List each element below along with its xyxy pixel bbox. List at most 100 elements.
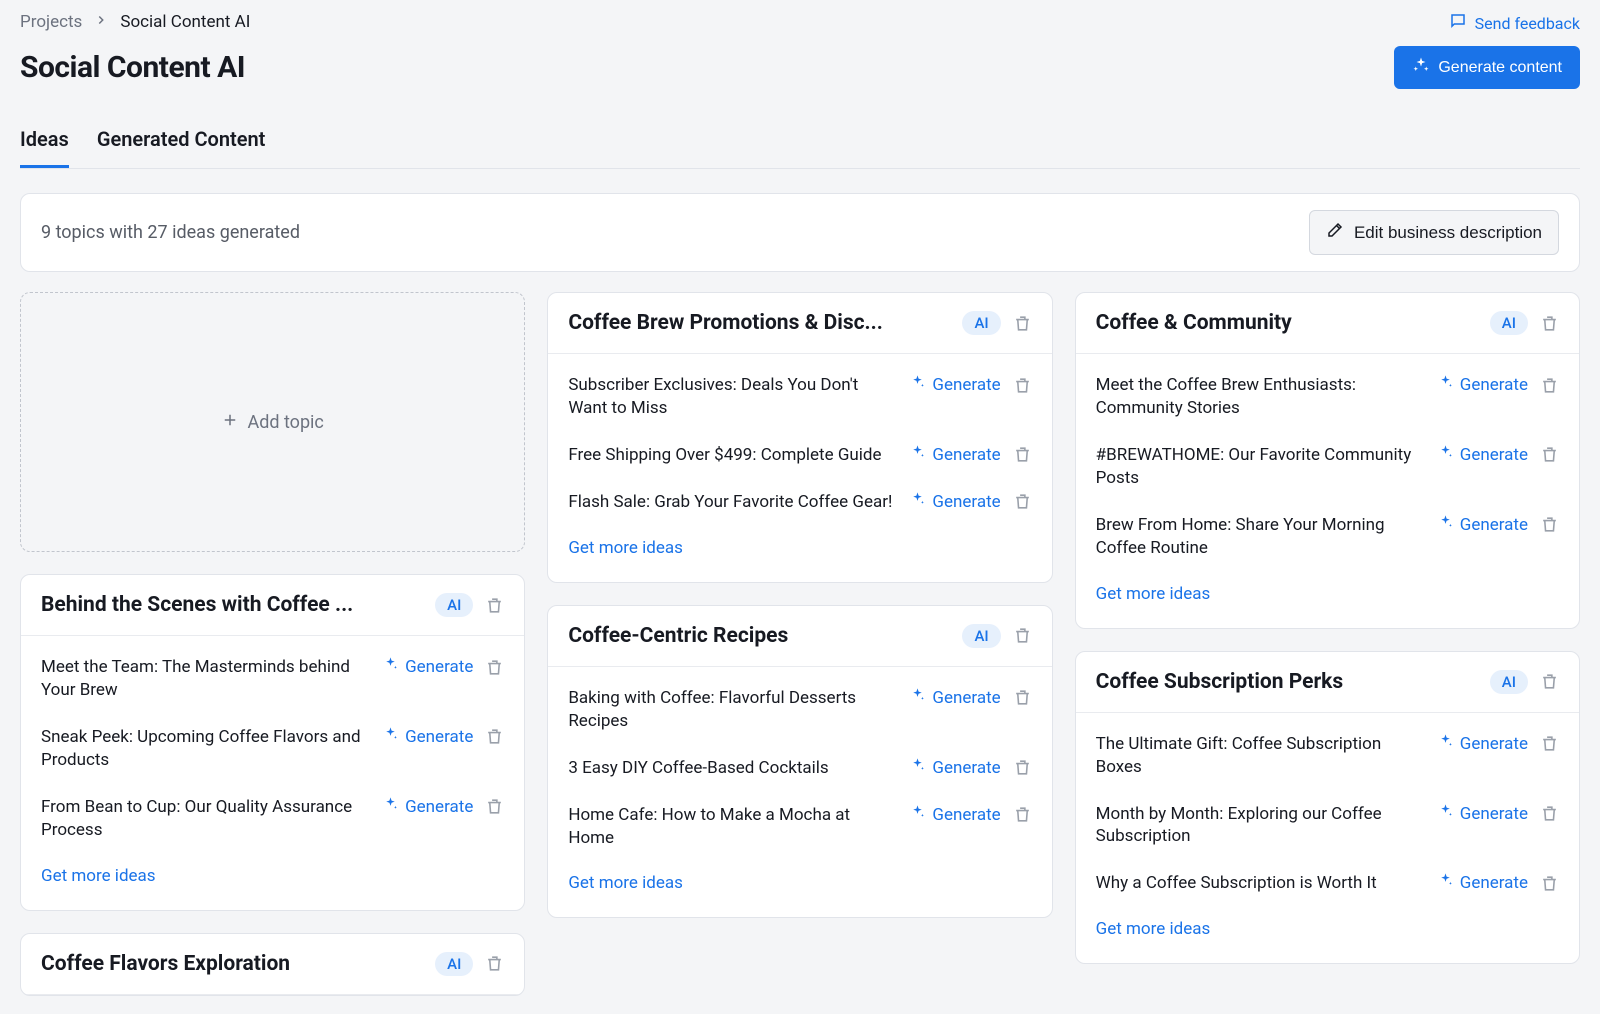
get-more-ideas-link[interactable]: Get more ideas bbox=[1096, 584, 1211, 604]
generate-label: Generate bbox=[405, 657, 473, 677]
generate-idea-button[interactable]: Generate bbox=[909, 491, 1000, 513]
delete-topic-button[interactable] bbox=[1540, 672, 1559, 691]
sparkle-icon bbox=[382, 656, 399, 678]
send-feedback-link[interactable]: Send feedback bbox=[1449, 12, 1580, 34]
delete-idea-button[interactable] bbox=[1013, 445, 1032, 464]
generate-idea-button[interactable]: Generate bbox=[1437, 514, 1528, 536]
idea-row: Month by Month: Exploring our Coffee Sub… bbox=[1096, 791, 1559, 861]
generate-label: Generate bbox=[1460, 873, 1528, 893]
idea-row: Flash Sale: Grab Your Favorite Coffee Ge… bbox=[568, 479, 1031, 526]
topic-title: Coffee Flavors Exploration bbox=[41, 952, 435, 976]
generate-label: Generate bbox=[932, 805, 1000, 825]
delete-idea-button[interactable] bbox=[1540, 376, 1559, 395]
topic-card: Behind the Scenes with Coffee ... AI Mee… bbox=[20, 574, 525, 911]
summary-text: 9 topics with 27 ideas generated bbox=[41, 222, 300, 243]
sparkle-icon bbox=[1437, 872, 1454, 894]
generate-idea-button[interactable]: Generate bbox=[382, 796, 473, 818]
generate-idea-button[interactable]: Generate bbox=[1437, 733, 1528, 755]
idea-row: Meet the Coffee Brew Enthusiasts: Commun… bbox=[1096, 362, 1559, 432]
edit-business-description-label: Edit business description bbox=[1354, 223, 1542, 243]
delete-topic-button[interactable] bbox=[1013, 314, 1032, 333]
edit-business-description-button[interactable]: Edit business description bbox=[1309, 210, 1559, 255]
get-more-ideas-link[interactable]: Get more ideas bbox=[568, 873, 683, 893]
generate-label: Generate bbox=[405, 727, 473, 747]
sparkle-icon bbox=[909, 444, 926, 466]
idea-text: Brew From Home: Share Your Morning Coffe… bbox=[1096, 514, 1423, 560]
ai-badge: AI bbox=[1490, 670, 1528, 694]
idea-row: Brew From Home: Share Your Morning Coffe… bbox=[1096, 502, 1559, 572]
delete-idea-button[interactable] bbox=[1540, 515, 1559, 534]
idea-text: From Bean to Cup: Our Quality Assurance … bbox=[41, 796, 368, 842]
idea-row: The Ultimate Gift: Coffee Subscription B… bbox=[1096, 721, 1559, 791]
generate-idea-button[interactable]: Generate bbox=[1437, 444, 1528, 466]
sparkle-icon bbox=[1437, 733, 1454, 755]
idea-row: Meet the Team: The Masterminds behind Yo… bbox=[41, 644, 504, 714]
delete-idea-button[interactable] bbox=[1013, 805, 1032, 824]
add-topic-button[interactable]: Add topic bbox=[221, 411, 323, 434]
delete-idea-button[interactable] bbox=[1540, 874, 1559, 893]
tabs: Ideas Generated Content bbox=[20, 127, 1580, 169]
tab-generated-content[interactable]: Generated Content bbox=[97, 127, 266, 168]
generate-idea-button[interactable]: Generate bbox=[382, 726, 473, 748]
sparkle-icon bbox=[1437, 444, 1454, 466]
summary-bar: 9 topics with 27 ideas generated Edit bu… bbox=[20, 193, 1580, 272]
generate-content-label: Generate content bbox=[1438, 59, 1562, 77]
topic-title: Coffee & Community bbox=[1096, 311, 1490, 335]
generate-idea-button[interactable]: Generate bbox=[909, 757, 1000, 779]
generate-label: Generate bbox=[1460, 375, 1528, 395]
topic-title: Behind the Scenes with Coffee ... bbox=[41, 593, 435, 617]
get-more-ideas-link[interactable]: Get more ideas bbox=[41, 866, 156, 886]
breadcrumb-root[interactable]: Projects bbox=[20, 12, 82, 32]
generate-idea-button[interactable]: Generate bbox=[1437, 803, 1528, 825]
delete-idea-button[interactable] bbox=[485, 658, 504, 677]
generate-label: Generate bbox=[1460, 804, 1528, 824]
idea-row: 3 Easy DIY Coffee-Based Cocktails Genera… bbox=[568, 745, 1031, 792]
idea-text: Why a Coffee Subscription is Worth It bbox=[1096, 872, 1423, 895]
generate-idea-button[interactable]: Generate bbox=[909, 444, 1000, 466]
delete-idea-button[interactable] bbox=[1540, 804, 1559, 823]
generate-idea-button[interactable]: Generate bbox=[382, 656, 473, 678]
topic-card: Coffee Flavors Exploration AI bbox=[20, 933, 525, 996]
page-title: Social Content AI bbox=[20, 50, 245, 85]
delete-idea-button[interactable] bbox=[485, 727, 504, 746]
topic-card: Coffee-Centric Recipes AI Baking with Co… bbox=[547, 605, 1052, 919]
generate-label: Generate bbox=[1460, 734, 1528, 754]
topic-title: Coffee Subscription Perks bbox=[1096, 670, 1490, 694]
idea-row: Home Cafe: How to Make a Mocha at Home G… bbox=[568, 792, 1031, 862]
delete-topic-button[interactable] bbox=[1013, 626, 1032, 645]
generate-label: Generate bbox=[1460, 515, 1528, 535]
generate-idea-button[interactable]: Generate bbox=[1437, 374, 1528, 396]
generate-label: Generate bbox=[1460, 445, 1528, 465]
feedback-icon bbox=[1449, 12, 1467, 34]
delete-idea-button[interactable] bbox=[1013, 376, 1032, 395]
get-more-ideas-link[interactable]: Get more ideas bbox=[568, 538, 683, 558]
delete-idea-button[interactable] bbox=[485, 797, 504, 816]
delete-idea-button[interactable] bbox=[1013, 688, 1032, 707]
ai-badge: AI bbox=[435, 952, 473, 976]
delete-idea-button[interactable] bbox=[1540, 734, 1559, 753]
idea-row: Baking with Coffee: Flavorful Desserts R… bbox=[568, 675, 1031, 745]
delete-idea-button[interactable] bbox=[1013, 758, 1032, 777]
generate-idea-button[interactable]: Generate bbox=[1437, 872, 1528, 894]
topic-title: Coffee Brew Promotions & Disc... bbox=[568, 311, 962, 335]
delete-idea-button[interactable] bbox=[1013, 492, 1032, 511]
generate-idea-button[interactable]: Generate bbox=[909, 687, 1000, 709]
sparkle-icon bbox=[382, 796, 399, 818]
delete-topic-button[interactable] bbox=[1540, 314, 1559, 333]
plus-icon bbox=[221, 411, 239, 434]
tab-ideas[interactable]: Ideas bbox=[20, 127, 69, 168]
generate-idea-button[interactable]: Generate bbox=[909, 374, 1000, 396]
add-topic-card[interactable]: Add topic bbox=[20, 292, 525, 552]
breadcrumb: Projects Social Content AI bbox=[20, 12, 250, 32]
idea-row: From Bean to Cup: Our Quality Assurance … bbox=[41, 784, 504, 854]
delete-topic-button[interactable] bbox=[485, 954, 504, 973]
generate-content-button[interactable]: Generate content bbox=[1394, 46, 1580, 89]
delete-topic-button[interactable] bbox=[485, 596, 504, 615]
generate-label: Generate bbox=[932, 758, 1000, 778]
delete-idea-button[interactable] bbox=[1540, 445, 1559, 464]
ai-badge: AI bbox=[435, 593, 473, 617]
topic-card: Coffee & Community AI Meet the Coffee Br… bbox=[1075, 292, 1580, 629]
idea-text: Subscriber Exclusives: Deals You Don't W… bbox=[568, 374, 895, 420]
get-more-ideas-link[interactable]: Get more ideas bbox=[1096, 919, 1211, 939]
generate-idea-button[interactable]: Generate bbox=[909, 804, 1000, 826]
